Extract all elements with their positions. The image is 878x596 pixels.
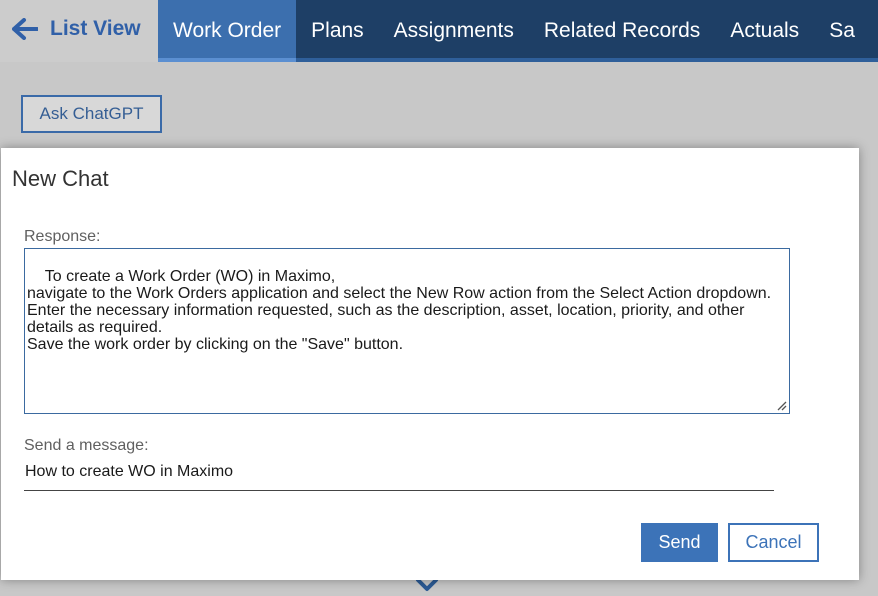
response-text: To create a Work Order (WO) in Maximo, n… [27, 268, 772, 353]
tab-label: Assignments [393, 19, 514, 42]
tab-label: Actuals [730, 19, 800, 42]
tab-label: Work Order [173, 19, 282, 42]
resize-handle-icon[interactable] [775, 399, 787, 411]
tab-work-order[interactable]: Work Order [158, 0, 297, 62]
tab-label: Plans [311, 19, 364, 42]
new-chat-dialog: New Chat Response: To create a Work Orde… [1, 148, 859, 580]
send-button[interactable]: Send [641, 523, 718, 562]
message-input[interactable]: How to create WO in Maximo [24, 457, 774, 491]
dialog-title: New Chat [12, 166, 109, 191]
tab-plans[interactable]: Plans [296, 0, 379, 62]
message-label: Send a message: [24, 437, 149, 454]
list-view-label: List View [50, 17, 141, 40]
tab-actuals[interactable]: Actuals [715, 0, 814, 62]
cancel-button[interactable]: Cancel [728, 523, 819, 562]
ask-chatgpt-button[interactable]: Ask ChatGPT [21, 95, 162, 133]
top-navigation-bar: List View Work Order Plans Assignments R… [0, 0, 878, 62]
response-textarea[interactable]: To create a Work Order (WO) in Maximo, n… [24, 248, 790, 414]
tab-truncated[interactable]: Sa [814, 0, 870, 62]
arrow-left-icon [12, 18, 38, 40]
tab-label: Related Records [543, 19, 701, 42]
tab-assignments[interactable]: Assignments [379, 0, 529, 62]
response-label: Response: [24, 228, 101, 245]
tab-related-records[interactable]: Related Records [529, 0, 715, 62]
tab-label: Sa [829, 19, 855, 42]
list-view-link[interactable]: List View [0, 0, 158, 62]
